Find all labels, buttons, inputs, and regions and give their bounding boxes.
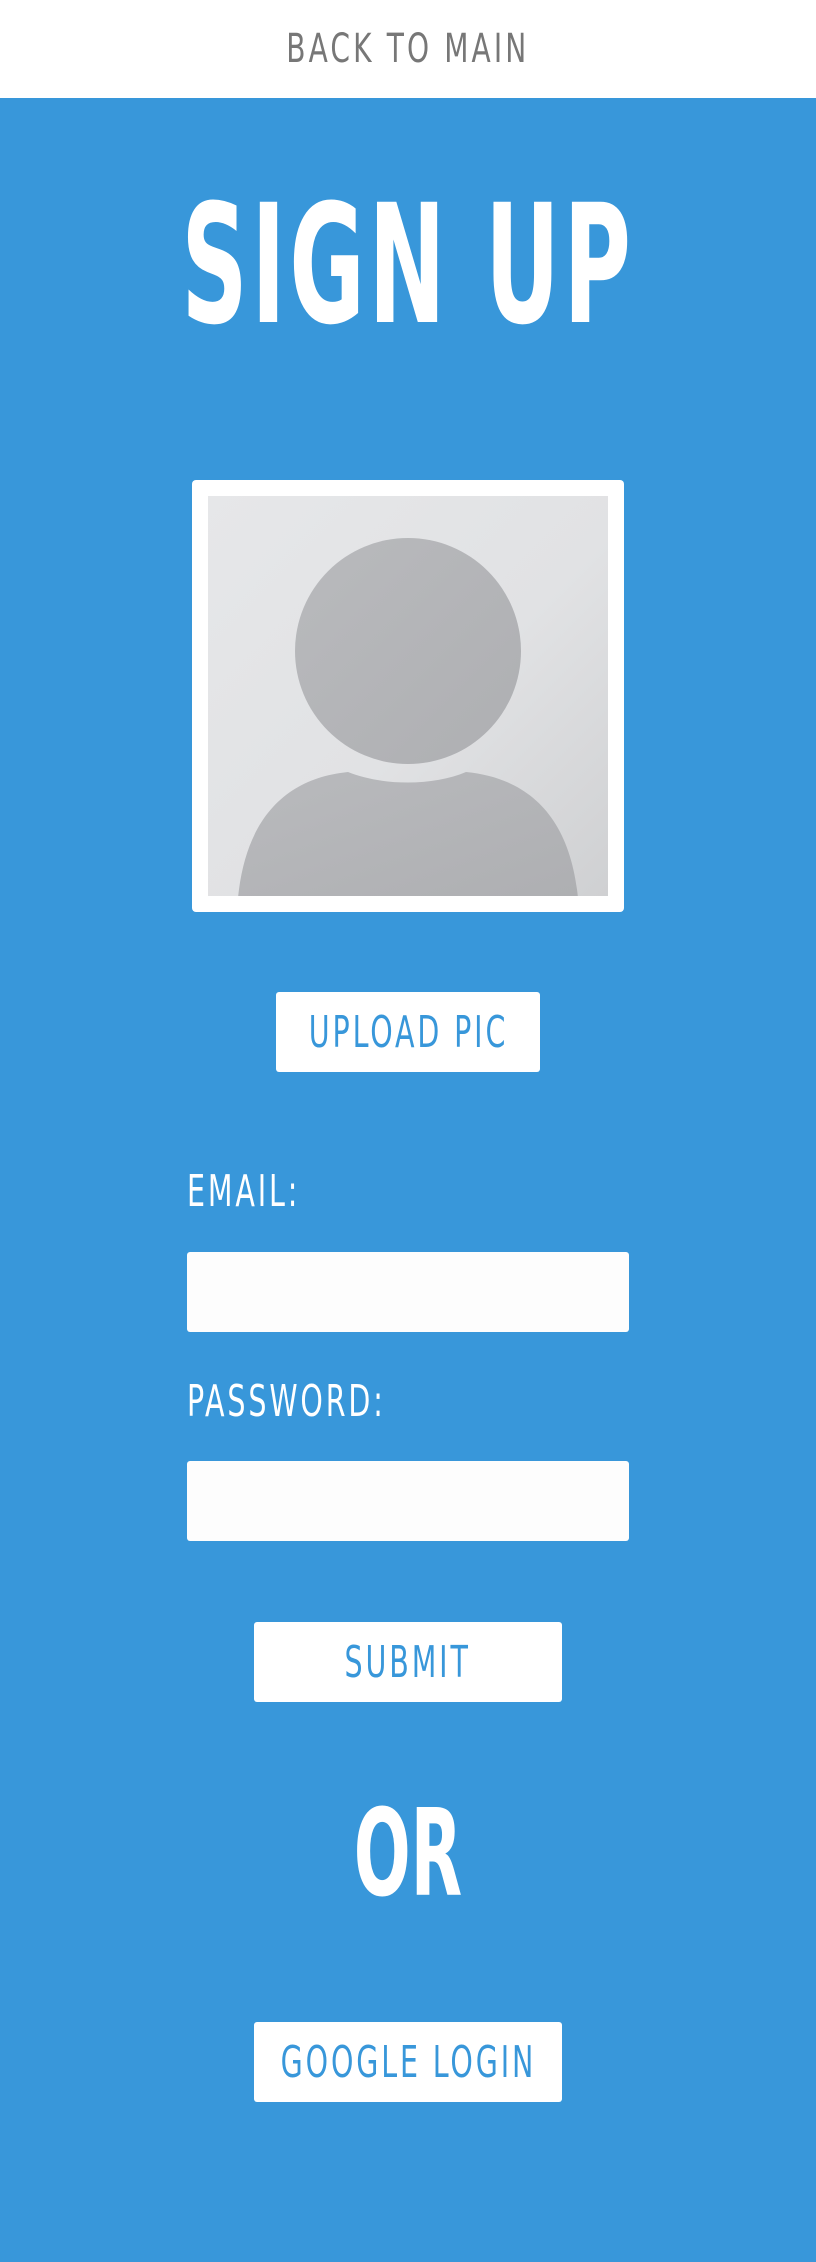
email-field[interactable]: [187, 1252, 629, 1332]
avatar-image: [208, 496, 608, 896]
default-user-avatar-icon: [238, 538, 578, 896]
email-label: EMAIL:: [187, 1166, 301, 1217]
password-label: PASSWORD:: [187, 1376, 386, 1427]
back-to-main-link[interactable]: BACK TO MAIN: [286, 26, 529, 72]
password-field[interactable]: [187, 1461, 629, 1541]
upload-pic-button[interactable]: UPLOAD PIC: [276, 992, 540, 1072]
submit-label: SUBMIT: [344, 1636, 472, 1688]
google-login-button[interactable]: GOOGLE LOGIN: [254, 2022, 562, 2102]
google-login-label: GOOGLE LOGIN: [280, 2036, 536, 2088]
upload-pic-label: UPLOAD PIC: [308, 1006, 508, 1058]
page-title: SIGN UP: [181, 169, 635, 361]
top-nav-bar: BACK TO MAIN: [0, 0, 816, 98]
or-divider-text: OR: [353, 1785, 463, 1924]
submit-button[interactable]: SUBMIT: [254, 1622, 562, 1702]
avatar-frame: [192, 480, 624, 912]
